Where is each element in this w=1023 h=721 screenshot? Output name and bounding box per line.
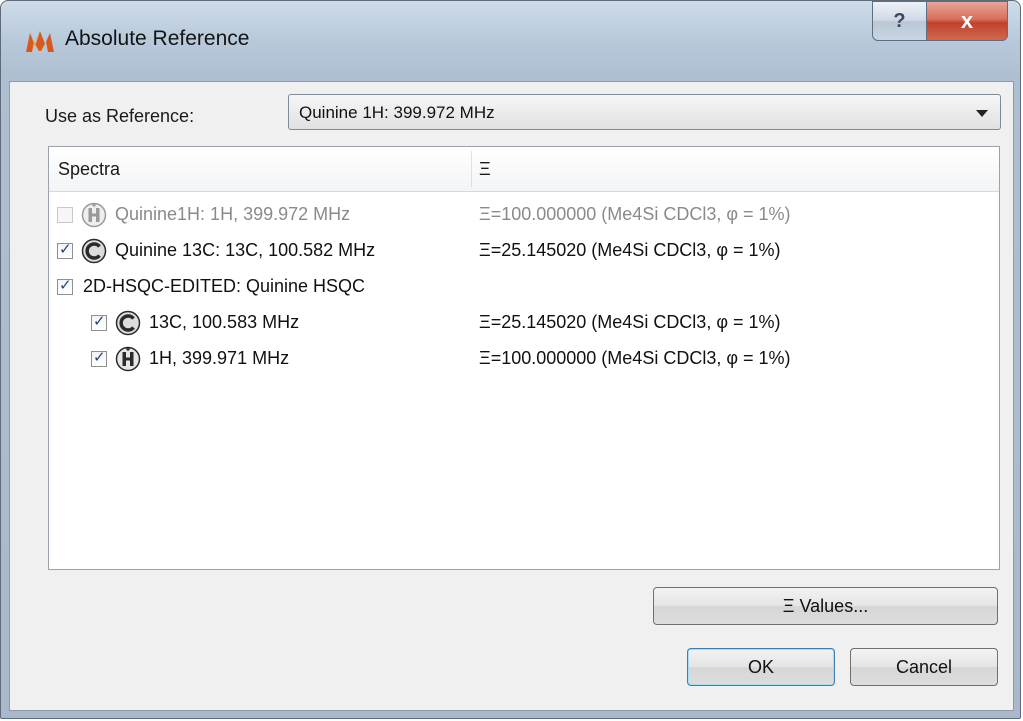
spectrum-checkbox [57, 207, 73, 223]
spectrum-checkbox[interactable] [57, 276, 73, 295]
column-header-xi[interactable]: Ξ [479, 159, 491, 180]
carbon-nucleus-icon [115, 310, 141, 336]
spectrum-checkbox[interactable] [91, 348, 107, 367]
close-button[interactable]: x [926, 1, 1008, 41]
hydrogen-nucleus-icon [81, 202, 107, 228]
xi-values-button[interactable]: Ξ Values... [653, 587, 998, 625]
spectra-list[interactable]: Spectra Ξ Quinine1H: 1H, 399.972 MHz Ξ=10… [48, 146, 1000, 570]
list-item[interactable]: 1H, 399.971 MHz Ξ=100.000000 (Me4Si CDCl3… [49, 341, 999, 377]
column-divider[interactable] [471, 151, 472, 187]
list-item[interactable]: Quinine 13C: 13C, 100.582 MHz Ξ=25.145020… [49, 233, 999, 269]
absolute-reference-dialog: Absolute Reference ? x Use as Reference:… [0, 0, 1021, 719]
reference-dropdown[interactable]: Quinine 1H: 399.972 MHz [288, 94, 1001, 130]
list-item[interactable]: 2D-HSQC-EDITED: Quinine HSQC [49, 269, 999, 305]
help-button[interactable]: ? [872, 1, 927, 41]
spectrum-checkbox[interactable] [57, 240, 73, 259]
list-item[interactable]: Quinine1H: 1H, 399.972 MHz Ξ=100.000000 (… [49, 197, 999, 233]
title-bar[interactable]: Absolute Reference ? x [1, 1, 1020, 81]
spectrum-label: 13C, 100.583 MHz [149, 312, 300, 332]
reference-label: Use as Reference: [45, 106, 195, 126]
cancel-button[interactable]: Cancel [850, 648, 998, 686]
column-header-spectra[interactable]: Spectra [58, 159, 120, 180]
spectrum-xi-value: Ξ=25.145020 (Me4Si CDCl3, φ = 1%) [479, 240, 781, 260]
spectrum-xi-value: Ξ=100.000000 (Me4Si CDCl3, φ = 1%) [479, 204, 791, 224]
spectrum-label: 2D-HSQC-EDITED: Quinine HSQC [83, 276, 366, 296]
dialog-body: Use as Reference: Quinine 1H: 399.972 MH… [9, 81, 1014, 711]
list-header: Spectra Ξ [49, 147, 999, 192]
hydrogen-nucleus-icon [115, 346, 141, 372]
spectrum-xi-value: Ξ=100.000000 (Me4Si CDCl3, φ = 1%) [479, 348, 791, 368]
spectrum-checkbox[interactable] [91, 312, 107, 331]
reference-selected-value: Quinine 1H: 399.972 MHz [299, 103, 495, 122]
mnova-app-icon [26, 31, 54, 52]
window-title: Absolute Reference [65, 27, 250, 50]
carbon-nucleus-icon [81, 238, 107, 264]
spectrum-label: Quinine 13C: 13C, 100.582 MHz [115, 240, 376, 260]
list-item[interactable]: 13C, 100.583 MHz Ξ=25.145020 (Me4Si CDCl3… [49, 305, 999, 341]
ok-button[interactable]: OK [687, 648, 835, 686]
spectrum-label: 1H, 399.971 MHz [149, 348, 290, 368]
spectrum-xi-value: Ξ=25.145020 (Me4Si CDCl3, φ = 1%) [479, 312, 781, 332]
spectrum-label: Quinine1H: 1H, 399.972 MHz [115, 204, 351, 224]
help-icon: ? [893, 9, 906, 32]
chevron-down-icon [976, 110, 988, 117]
close-icon: x [960, 8, 974, 33]
